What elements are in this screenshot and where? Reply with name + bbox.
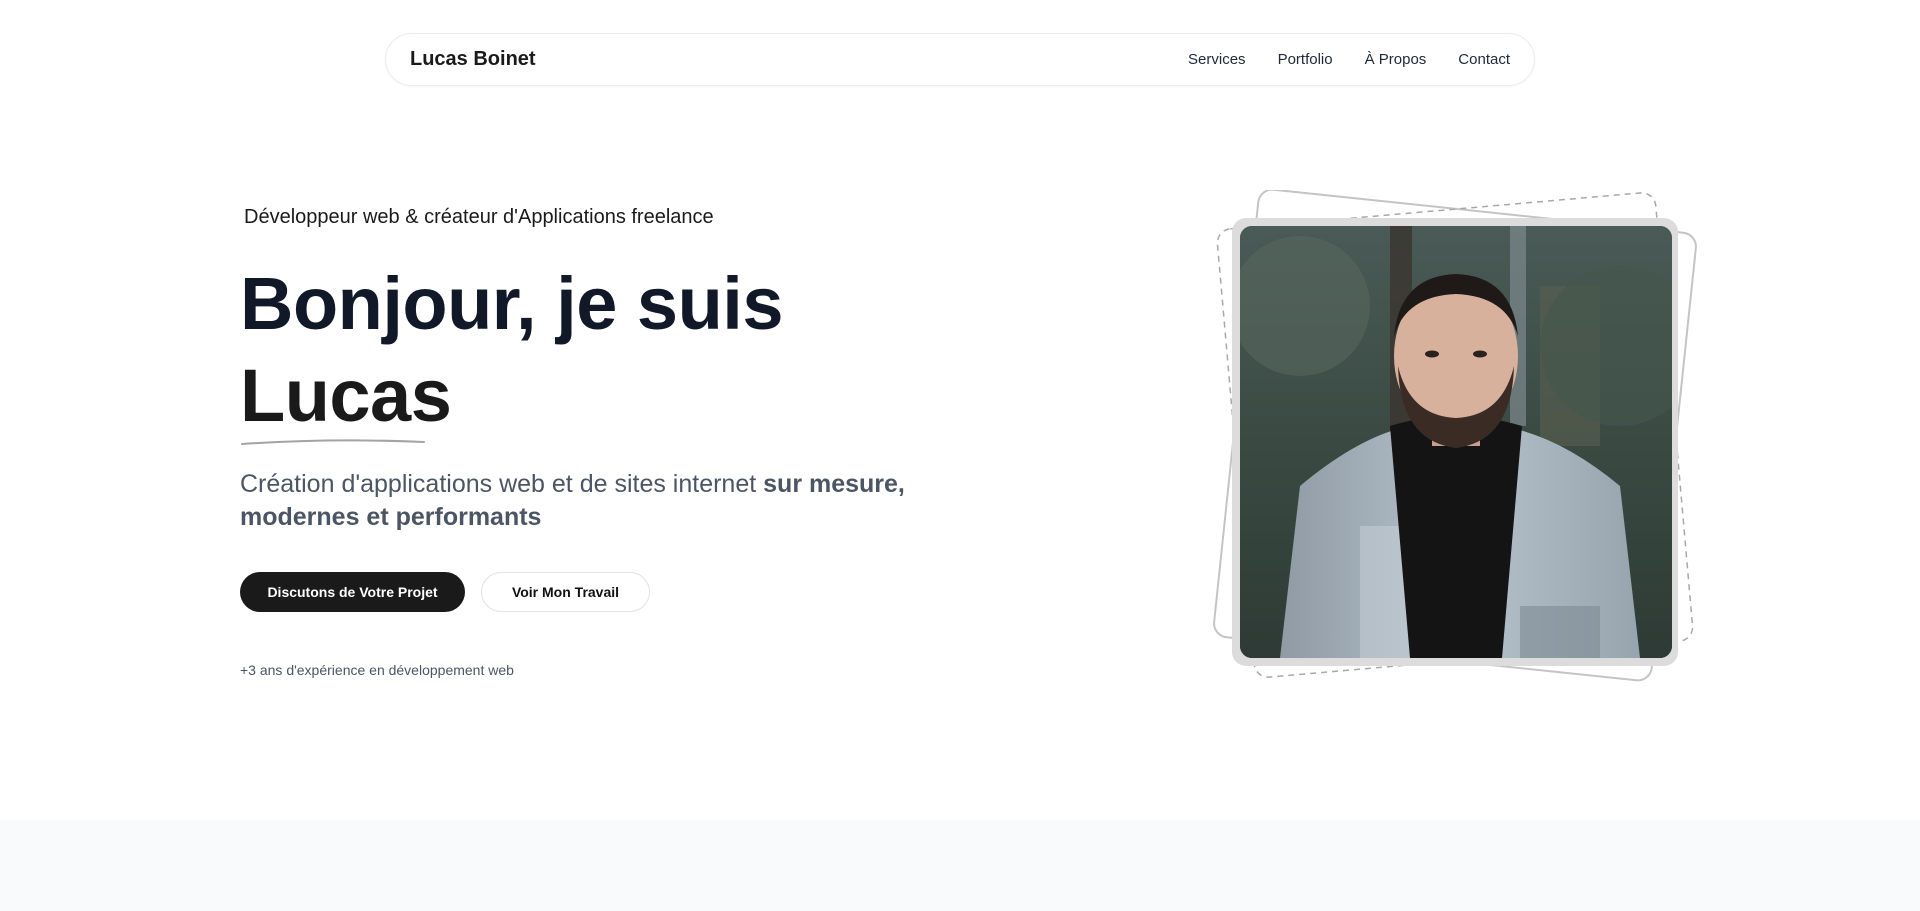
headline-name: Lucas bbox=[240, 354, 452, 437]
subtitle-bold-1: sur mesure, bbox=[763, 470, 905, 498]
nav-link-portfolio[interactable]: Portfolio bbox=[1278, 51, 1333, 68]
nav-link-about[interactable]: À Propos bbox=[1365, 51, 1427, 68]
headline-greeting: Bonjour, je suis bbox=[240, 262, 784, 345]
view-work-button[interactable]: Voir Mon Travail bbox=[481, 572, 650, 612]
portrait-photo bbox=[1240, 226, 1672, 658]
nav-link-contact[interactable]: Contact bbox=[1458, 51, 1510, 68]
portrait-illustration bbox=[1240, 226, 1672, 658]
subtitle-plain: Création d'applications web et de sites … bbox=[240, 470, 764, 498]
hero-subtitle: Création d'applications web et de sites … bbox=[240, 468, 920, 534]
subtitle-bold-2: modernes et performants bbox=[240, 503, 542, 531]
brand-logo[interactable]: Lucas Boinet bbox=[410, 48, 536, 71]
name-underline-decoration bbox=[241, 439, 425, 445]
page: Lucas Boinet Services Portfolio À Propos… bbox=[0, 0, 1920, 911]
hero-tagline: Développeur web & créateur d'Application… bbox=[244, 206, 714, 228]
nav-links: Services Portfolio À Propos Contact bbox=[1188, 51, 1510, 68]
experience-note: +3 ans d'expérience en développement web bbox=[240, 662, 514, 678]
next-section-background bbox=[0, 820, 1920, 911]
hero-headline: Bonjour, je suis Lucas bbox=[240, 258, 784, 442]
navbar: Lucas Boinet Services Portfolio À Propos… bbox=[385, 33, 1535, 86]
nav-link-services[interactable]: Services bbox=[1188, 51, 1246, 68]
discuss-project-button[interactable]: Discutons de Votre Projet bbox=[240, 572, 465, 612]
